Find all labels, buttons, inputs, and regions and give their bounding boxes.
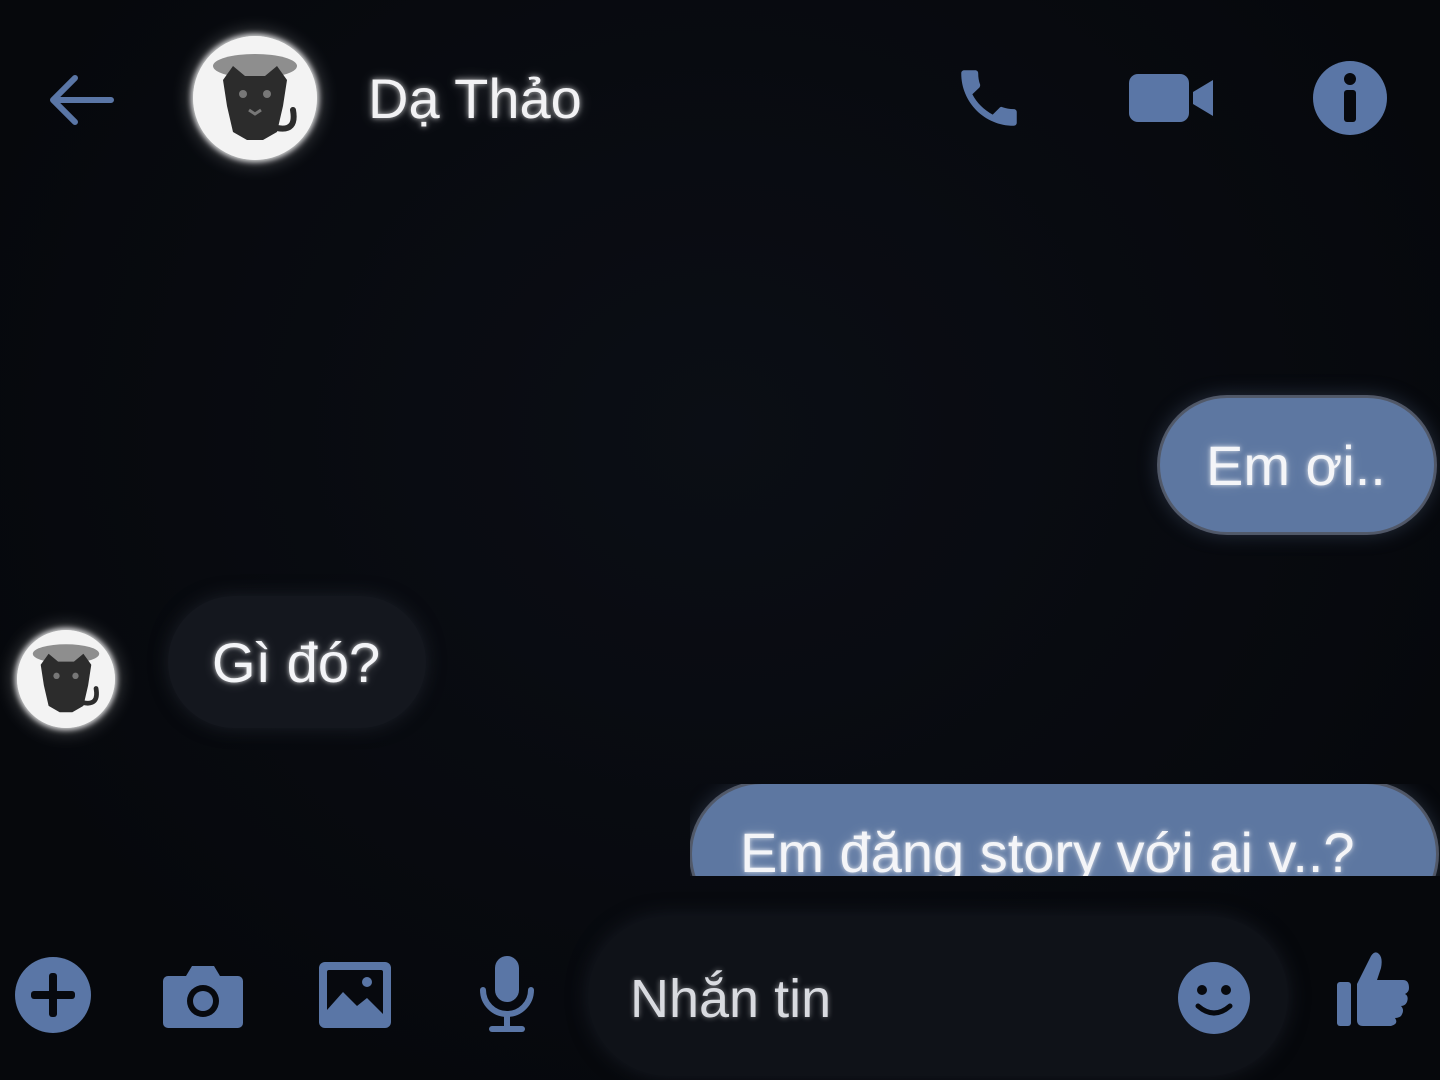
message-outgoing[interactable]: Em đăng story với ai v..? <box>692 784 1436 876</box>
message-text: Gì đó? <box>212 630 381 694</box>
info-button[interactable] <box>1308 58 1392 138</box>
message-outgoing[interactable]: Em ơi.. <box>1160 398 1434 532</box>
message-input[interactable]: Nhắn tin <box>588 916 1288 1076</box>
smiley-icon <box>1178 962 1250 1034</box>
composer-bar: Nhắn tin <box>0 910 1440 1080</box>
plus-icon <box>15 957 91 1033</box>
message-incoming[interactable]: Gì đó? <box>168 596 426 728</box>
call-button[interactable] <box>947 58 1031 138</box>
message-text: Em ơi.. <box>1206 433 1386 497</box>
camera-button[interactable] <box>158 950 248 1040</box>
contact-avatar[interactable] <box>193 36 317 160</box>
message-text: Em đăng story với ai v..? <box>740 821 1355 876</box>
sender-avatar[interactable] <box>17 630 115 728</box>
image-icon <box>319 962 391 1028</box>
cat-avatar-icon <box>193 36 317 160</box>
message-clip: Em đăng story với ai v..? <box>690 784 1440 876</box>
phone-icon <box>961 70 1017 126</box>
video-camera-icon <box>1129 74 1213 122</box>
camera-icon <box>163 966 243 1028</box>
emoji-button[interactable] <box>1172 956 1256 1040</box>
message-input-placeholder: Nhắn tin <box>630 969 832 1029</box>
arrow-left-icon <box>50 75 114 125</box>
more-actions-button[interactable] <box>8 950 98 1040</box>
chat-header: Dạ Thảo <box>0 0 1440 200</box>
like-button[interactable] <box>1328 944 1418 1034</box>
info-icon <box>1313 61 1387 135</box>
video-call-button[interactable] <box>1124 58 1220 138</box>
gallery-button[interactable] <box>310 950 400 1040</box>
chat-screen: Dạ Thảo Em ơi.. Gì đó? Em đăng story với… <box>0 0 1440 1080</box>
microphone-icon <box>480 956 534 1032</box>
cat-avatar-icon <box>17 630 115 728</box>
contact-name[interactable]: Dạ Thảo <box>368 66 582 131</box>
thumbs-up-icon <box>1337 952 1409 1026</box>
back-button[interactable] <box>40 64 120 136</box>
voice-button[interactable] <box>462 950 552 1040</box>
